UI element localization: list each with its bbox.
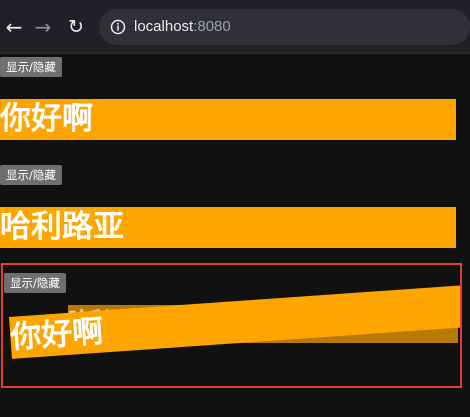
transition-demo-box: 显示/隐藏 哈利路亚 你好啊	[1, 263, 462, 388]
hallelujah-banner: 哈利路亚	[0, 207, 456, 248]
entering-banner-text: 你好啊	[9, 313, 105, 356]
entering-banner: 你好啊	[9, 285, 460, 359]
url-host: localhost	[134, 18, 194, 35]
forward-arrow-icon[interactable]: →	[31, 15, 55, 39]
url-text[interactable]: localhost:8080	[134, 18, 231, 36]
info-icon[interactable]	[110, 19, 126, 35]
hallelujah-banner-text: 哈利路亚	[0, 209, 124, 245]
back-arrow-icon[interactable]: ←	[2, 15, 26, 39]
url-port: :8080	[193, 18, 231, 35]
reload-icon[interactable]: ↻	[64, 15, 88, 39]
toggle-visibility-button-3[interactable]: 显示/隐藏	[4, 273, 66, 293]
toggle-visibility-button-2[interactable]: 显示/隐藏	[0, 165, 62, 185]
address-bar[interactable]: localhost:8080	[99, 9, 470, 45]
toggle-visibility-button-1[interactable]: 显示/隐藏	[0, 57, 62, 77]
browser-window: ← → ↻ localhost:8080 显示/隐藏 你好啊 显示/隐藏 哈利路…	[0, 0, 470, 417]
hello-banner: 你好啊	[0, 99, 456, 140]
browser-toolbar: ← → ↻ localhost:8080	[0, 0, 470, 54]
hello-banner-text: 你好啊	[0, 101, 93, 137]
